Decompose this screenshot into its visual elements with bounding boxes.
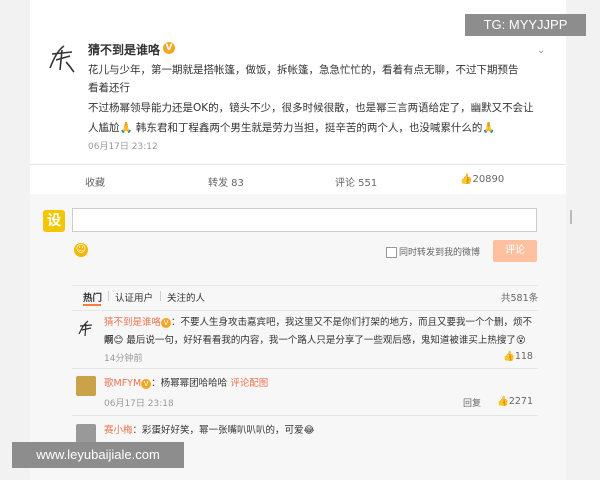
comment-body: 歌MFYM V ：杨幂幂团哈哈哈 评论配图	[104, 375, 534, 393]
active-tab-indicator	[83, 304, 101, 306]
comment-image-link[interactable]: 评论配图	[230, 378, 268, 389]
comment-body: 赛小梅：彩蛋好好笑，幂一张嘴叭叭叭的，可爱😂	[104, 422, 534, 440]
tabs-divider	[72, 285, 538, 286]
comment-like-count: 118	[514, 351, 533, 362]
commenter-name[interactable]: 猜不到是谁咯	[104, 317, 161, 328]
comment-like-button[interactable]: 👍2271	[497, 396, 533, 407]
comment-text: ：杨幂幂团哈哈哈	[151, 378, 228, 389]
verified-icon: V	[161, 317, 172, 328]
comment-time: 14分钟前	[104, 354, 143, 364]
chevron-down-icon[interactable]: ⌄	[537, 45, 545, 56]
comment-like-button[interactable]: 👍118	[503, 351, 533, 362]
post-author-name[interactable]: 猜不到是谁咯	[88, 41, 160, 58]
comment-divider	[72, 310, 538, 311]
emoji-icon[interactable]: ☺	[74, 243, 88, 257]
composer-logo-icon: 设	[43, 210, 65, 232]
comment-input[interactable]	[72, 208, 537, 232]
comment-button[interactable]: 评论 551	[335, 174, 377, 189]
commenter-avatar[interactable]	[76, 318, 96, 338]
thumbs-up-icon: 👍	[460, 174, 473, 185]
commenter-name[interactable]: 赛小梅	[104, 425, 133, 436]
thumbs-up-icon: 👍	[497, 396, 509, 407]
post-timestamp[interactable]: 06月17日 23:12	[88, 139, 158, 152]
author-avatar[interactable]	[44, 40, 80, 76]
commenter-avatar[interactable]	[76, 424, 96, 444]
comment-like-count: 2271	[508, 396, 534, 407]
post-text-line: 花儿与少年，第一期就是搭帐篷，做饭，拆帐篷，急急忙忙的，看着有点无聊，不过下期预…	[88, 64, 519, 76]
tab-verified-users[interactable]: 认证用户	[115, 290, 153, 304]
comment-time: 06月17日 23:18	[104, 399, 174, 409]
tg-watermark: TG: MYYJJPP	[465, 14, 586, 36]
post-text-line: 人尴尬🙏 韩东君和丁程鑫两个男生就是劳力当担，挺辛苦的两个人，也没喊累什么的🙏	[88, 122, 496, 134]
commenter-name[interactable]: 歌MFYM	[104, 378, 141, 389]
tab-separator	[160, 291, 161, 301]
tab-separator	[108, 291, 109, 301]
submit-comment-button[interactable]: 评论	[493, 240, 537, 262]
post-text-line: 不过杨幂领导能力还是OK的，镜头不少，很多时候很散，也是幂三言两语给定了，幽默又…	[88, 102, 534, 114]
comment-divider	[72, 368, 538, 369]
repost-button[interactable]: 转发 83	[208, 174, 244, 189]
commenter-avatar[interactable]	[76, 376, 96, 396]
verified-icon: V	[141, 378, 152, 389]
repost-checkbox[interactable]	[386, 247, 397, 258]
like-button[interactable]: 👍20890	[460, 174, 504, 185]
repost-checkbox-label: 同时转发到我的微博	[399, 248, 481, 258]
tab-hot[interactable]: 热门	[83, 290, 102, 304]
like-count: 20890	[472, 174, 505, 185]
scrollbar[interactable]	[570, 210, 572, 224]
comment-text: ：彩蛋好好笑，幂一张嘴叭叭叭的，可爱😂	[132, 425, 315, 436]
post-action-bar: 收藏 转发 83 评论 551 👍20890	[30, 164, 566, 195]
comment-text-line: 啊😊 最后说一句，好好看看我的内容，我一个路人只是分享了一些观后感，鬼知道被谁买…	[104, 335, 526, 346]
thumbs-up-icon: 👍	[503, 351, 515, 362]
tab-following[interactable]: 关注的人	[167, 290, 205, 304]
favorite-button[interactable]: 收藏	[85, 174, 105, 189]
verified-icon: V	[163, 42, 175, 54]
site-watermark: www.leyubaijiale.com	[12, 442, 184, 468]
comment-divider	[72, 415, 538, 416]
comment-total-count: 共581条	[501, 293, 539, 304]
reply-button[interactable]: 回复	[463, 396, 481, 409]
post-text-line: 看着还行	[88, 82, 130, 94]
